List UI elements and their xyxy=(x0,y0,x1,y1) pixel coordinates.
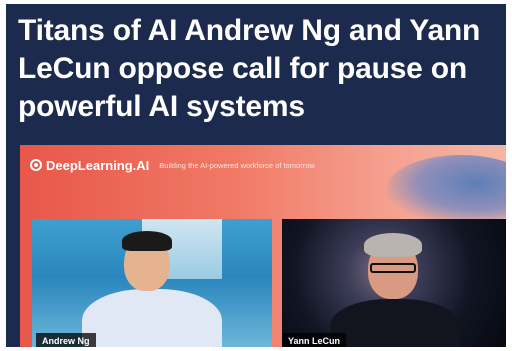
participant-tile-yann-lecun: Yann LeCun xyxy=(282,219,506,347)
brand-name: DeepLearning.AI xyxy=(46,157,150,173)
deeplearning-logo-icon xyxy=(30,159,42,171)
participant-name-tag: Yann LeCun xyxy=(282,333,347,347)
headline: Titans of AI Andrew Ng and Yann LeCun op… xyxy=(18,14,481,123)
brand-bar: DeepLearning.AI Building the AI-powered … xyxy=(30,155,315,175)
person-body xyxy=(330,299,460,347)
brand-tagline: Building the AI-powered workforce of tom… xyxy=(159,160,315,170)
participant-name-tag: Andrew Ng xyxy=(36,333,96,347)
person-body xyxy=(82,289,222,347)
person-hair xyxy=(122,231,172,251)
video-frame[interactable]: DeepLearning.AI Building the AI-powered … xyxy=(20,145,506,347)
glasses-icon xyxy=(370,263,416,273)
decorative-blob xyxy=(386,155,506,225)
news-card: Titans of AI Andrew Ng and Yann LeCun op… xyxy=(6,4,506,347)
participant-tile-andrew-ng: Andrew Ng xyxy=(32,219,272,347)
person-hair xyxy=(364,233,422,257)
page-frame: Titans of AI Andrew Ng and Yann LeCun op… xyxy=(0,0,512,351)
